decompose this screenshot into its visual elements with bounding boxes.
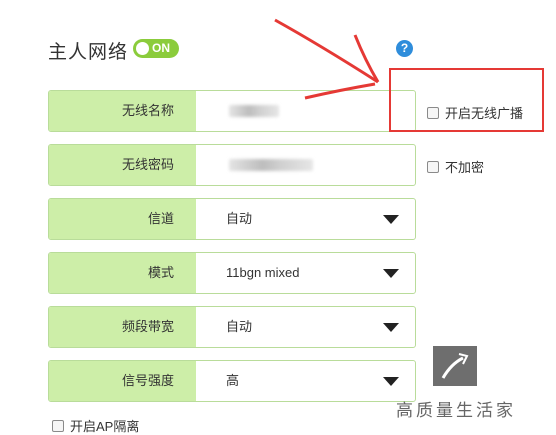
watermark-logo-icon xyxy=(433,346,477,386)
watermark-text: 高质量生活家 xyxy=(396,401,516,421)
